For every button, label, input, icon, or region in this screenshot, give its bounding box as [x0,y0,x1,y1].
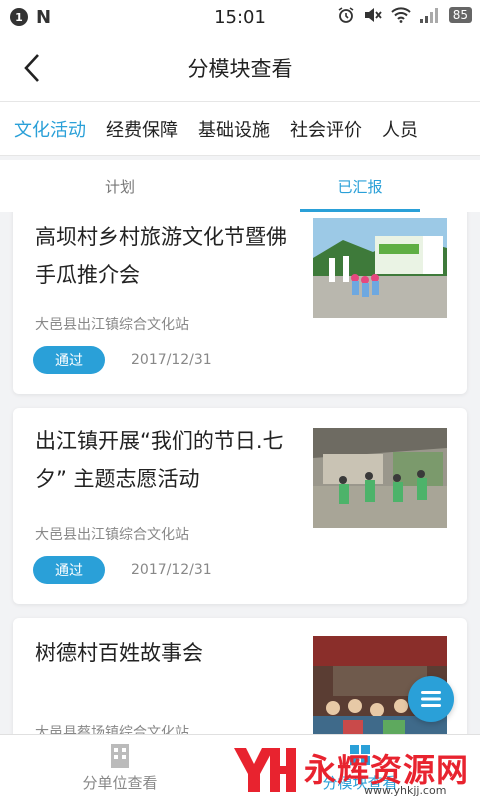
report-title: 树德村百姓故事会 [35,641,203,665]
report-list[interactable]: 高坝村乡村旅游文化节暨佛手瓜推介会 大邑县出江镇综合文化站 通过 2017/12… [0,212,480,734]
report-title: 高坝村乡村旅游文化节暨佛手瓜推介会 [35,225,287,287]
building-icon [111,744,129,768]
sub-tab-bar: 计划 已汇报 [0,160,480,212]
floating-menu-button[interactable] [408,676,454,722]
report-card[interactable]: 出江镇开展“我们的节日.七夕” 主题志愿活动 大邑县出江镇综合文化站 通过 20… [13,408,467,604]
report-org: 大邑县出江镇综合文化站 [35,527,189,543]
status-bar: 1 N 15:01 85 [0,0,480,34]
battery-level: 85 [448,7,472,23]
wifi-icon [391,7,411,23]
alarm-icon [338,7,354,23]
report-photo [313,428,447,528]
menu-icon [421,691,441,707]
tab-reported[interactable]: 已汇报 [240,160,480,212]
mute-icon [364,8,382,22]
tab-personnel[interactable]: 人员 [368,116,418,142]
site-watermark: 永辉资源网 www.yhkjj.com [228,740,469,797]
tab-funding[interactable]: 经费保障 [92,116,178,142]
tab-cultural-activities[interactable]: 文化活动 [0,116,86,142]
back-arrow-icon [24,54,39,82]
tab-social-evaluation[interactable]: 社会评价 [276,116,362,142]
signal-icon [419,8,438,23]
report-card[interactable]: 高坝村乡村旅游文化节暨佛手瓜推介会 大邑县出江镇综合文化站 通过 2017/12… [13,212,467,394]
nav-by-unit[interactable]: 分单位查看 [0,735,240,800]
report-card[interactable]: 树德村百姓故事会 大邑县蔡场镇综合文化站 [13,618,467,734]
back-button[interactable] [14,50,50,86]
module-tab-bar: 文化活动 经费保障 基础设施 社会评价 人员 [0,102,480,156]
report-date: 2017/12/31 [131,352,212,368]
tab-infrastructure[interactable]: 基础设施 [184,116,270,142]
status-badge: 通过 [33,346,105,374]
status-badge: 通过 [33,556,105,584]
report-date: 2017/12/31 [131,562,212,578]
title-bar: 分模块查看 [0,34,480,102]
report-title: 出江镇开展“我们的节日.七夕” 主题志愿活动 [35,429,284,491]
report-org: 大邑县出江镇综合文化站 [35,317,189,333]
watermark-url: www.yhkjj.com [364,784,447,797]
nav-by-unit-label: 分单位查看 [82,774,158,792]
tab-plan[interactable]: 计划 [0,160,240,212]
page-title: 分模块查看 [187,56,293,81]
report-photo [313,218,447,318]
report-org: 大邑县蔡场镇综合文化站 [35,725,189,734]
watermark-logo [234,748,296,792]
